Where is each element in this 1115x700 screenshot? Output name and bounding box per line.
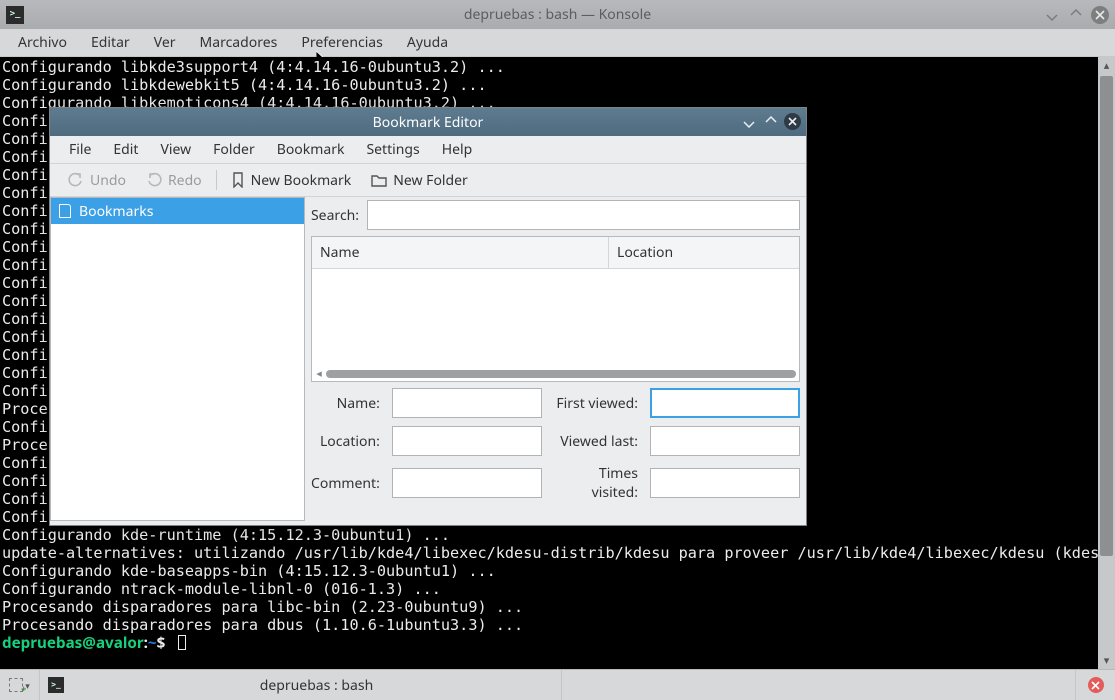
- location-field[interactable]: [392, 426, 542, 456]
- konsole-app-icon: [6, 6, 24, 24]
- viewed-last-label: Viewed last:: [554, 432, 638, 451]
- scroll-down-icon[interactable]: ▾: [1098, 652, 1115, 669]
- search-label: Search:: [311, 206, 361, 225]
- bookmarks-tree[interactable]: Bookmarks: [50, 197, 305, 521]
- menu-ayuda[interactable]: Ayuda: [395, 29, 460, 56]
- name-label: Name:: [311, 394, 380, 413]
- redo-icon: [146, 172, 162, 188]
- close-button[interactable]: [1091, 6, 1109, 24]
- menu-archivo[interactable]: Archivo: [6, 29, 79, 56]
- bookmarks-list[interactable]: Name Location ◂ ▸: [311, 236, 800, 382]
- name-field[interactable]: [392, 388, 542, 418]
- bookmark-icon: [59, 204, 71, 218]
- first-viewed-field[interactable]: [650, 388, 800, 418]
- menu-edit[interactable]: Edit: [102, 136, 149, 163]
- close-icon: [1088, 677, 1104, 693]
- times-visited-field[interactable]: [650, 468, 800, 498]
- tab-depruebas-bash[interactable]: depruebas : bash: [40, 670, 562, 700]
- vertical-scrollbar[interactable]: ▴ ▾: [1098, 57, 1115, 669]
- search-input[interactable]: [367, 200, 800, 230]
- dialog-toolbar: Undo Redo New Bookmark New Folder: [50, 164, 806, 197]
- location-label: Location:: [311, 432, 380, 451]
- close-tab-button[interactable]: [1075, 670, 1115, 700]
- dialog-menubar: File Edit View Folder Bookmark Settings …: [50, 136, 806, 164]
- bookmark-editor-dialog: Bookmark Editor File Edit View Folder Bo…: [49, 107, 807, 526]
- dialog-close-button[interactable]: [784, 113, 801, 130]
- folder-icon: [371, 173, 387, 187]
- scroll-thumb[interactable]: [1100, 76, 1113, 556]
- menu-editar[interactable]: Editar: [79, 29, 142, 56]
- new-tab-icon: [9, 678, 23, 692]
- menu-preferencias[interactable]: Preferencias: [289, 29, 395, 56]
- menu-marcadores[interactable]: Marcadores: [188, 29, 290, 56]
- bookmark-form: Name: First viewed: Location: Viewed las…: [311, 388, 800, 502]
- undo-button[interactable]: Undo: [58, 168, 136, 193]
- viewed-last-field[interactable]: [650, 426, 800, 456]
- times-visited-label: Times visited:: [554, 464, 638, 502]
- first-viewed-label: First viewed:: [554, 394, 638, 413]
- comment-label: Comment:: [311, 474, 380, 493]
- menu-file[interactable]: File: [58, 136, 102, 163]
- dialog-minimize-button[interactable]: [740, 113, 757, 130]
- menu-folder[interactable]: Folder: [202, 136, 266, 163]
- dialog-maximize-button[interactable]: [762, 113, 779, 130]
- toolbar-separator: [216, 170, 217, 190]
- dialog-titlebar: Bookmark Editor: [50, 108, 806, 136]
- bookmark-icon: [231, 172, 245, 188]
- konsole-titlebar: depruebas : bash — Konsole: [0, 0, 1115, 29]
- redo-button[interactable]: Redo: [136, 168, 212, 193]
- dialog-title: Bookmark Editor: [373, 113, 484, 132]
- new-folder-button[interactable]: New Folder: [361, 168, 478, 193]
- new-bookmark-button[interactable]: New Bookmark: [221, 168, 362, 193]
- comment-field[interactable]: [392, 468, 542, 498]
- new-tab-button[interactable]: ▾: [0, 670, 40, 700]
- scroll-up-icon[interactable]: ▴: [1098, 57, 1115, 74]
- column-name[interactable]: Name: [312, 237, 609, 268]
- menu-settings[interactable]: Settings: [355, 136, 430, 163]
- menu-view[interactable]: View: [149, 136, 202, 163]
- minimize-button[interactable]: [1043, 6, 1061, 24]
- column-location[interactable]: Location: [609, 237, 799, 268]
- bookmarks-root-item[interactable]: Bookmarks: [51, 198, 304, 224]
- maximize-button[interactable]: [1067, 6, 1085, 24]
- konsole-menubar: Archivo Editar Ver Marcadores Preferenci…: [0, 29, 1115, 57]
- scroll-left-icon[interactable]: ◂: [312, 366, 326, 381]
- terminal-icon: [48, 677, 64, 693]
- horizontal-scrollbar[interactable]: ◂ ▸: [312, 366, 799, 381]
- menu-help[interactable]: Help: [431, 136, 484, 163]
- konsole-tab-bar: ▾ depruebas : bash: [0, 669, 1115, 700]
- menu-bookmark[interactable]: Bookmark: [266, 136, 356, 163]
- undo-icon: [68, 172, 84, 188]
- konsole-title: depruebas : bash — Konsole: [0, 5, 1115, 24]
- tab-label: depruebas : bash: [72, 676, 561, 695]
- menu-ver[interactable]: Ver: [142, 29, 188, 56]
- scroll-thumb[interactable]: [326, 370, 796, 378]
